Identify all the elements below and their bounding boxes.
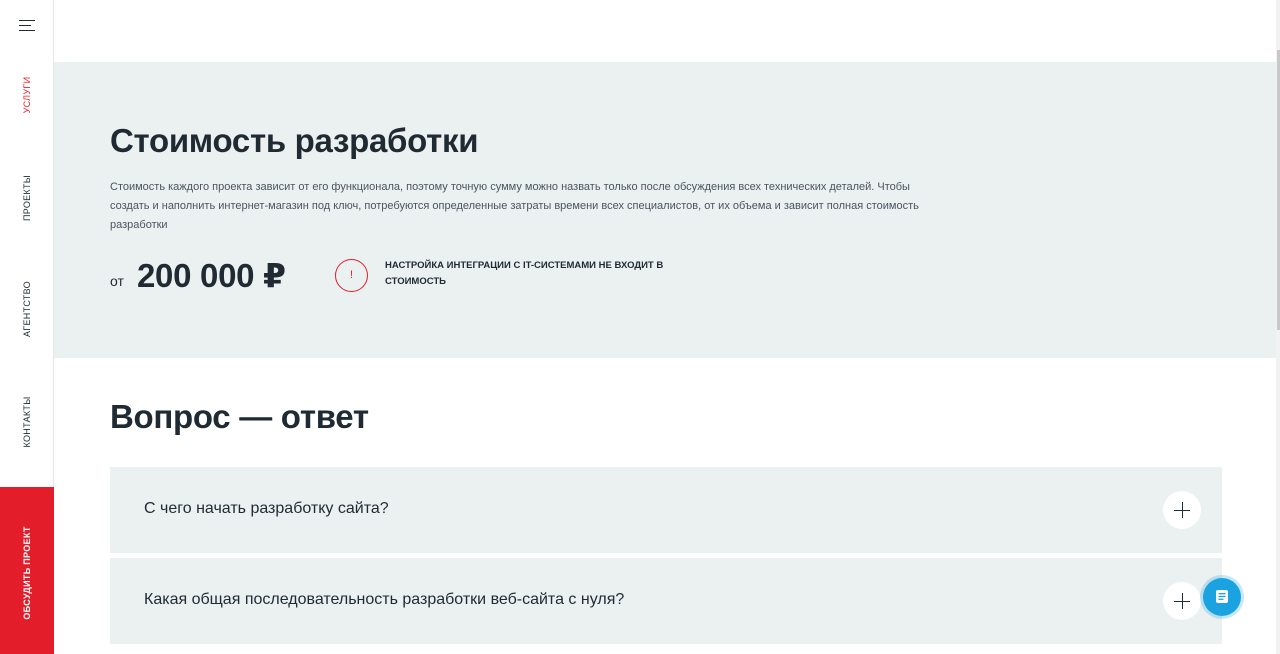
sidebar-item-projects[interactable]: Проекты (22, 175, 32, 221)
plus-icon[interactable] (1163, 582, 1201, 620)
discuss-project-label: Обсудить проект (22, 526, 32, 620)
faq-question: С чего начать разработку сайта? (144, 500, 389, 517)
discuss-project-button[interactable]: Обсудить проект (0, 487, 54, 654)
sidebar-item-agency[interactable]: Агентство (22, 281, 32, 337)
faq-question: Какая общая последовательность разработк… (144, 591, 625, 608)
price-from-label: от (110, 273, 124, 289)
sidebar-item-contacts[interactable]: Контакты (22, 397, 32, 448)
pricing-title: Стоимость разработки (110, 122, 479, 159)
faq-item[interactable]: Какая общая последовательность разработк… (110, 558, 1222, 644)
plus-icon[interactable] (1163, 491, 1201, 529)
integration-warning-text: Настройка интеграции с IT-системами не в… (385, 260, 664, 287)
warning-icon: ! (335, 259, 368, 292)
sidebar-item-services[interactable]: Услуги (22, 77, 32, 114)
sidebar: Услуги Проекты Агентство Контакты Обсуди… (0, 0, 54, 654)
faq-item[interactable]: С чего начать разработку сайта? (110, 467, 1222, 553)
pricing-description: Стоимость каждого проекта зависит от его… (110, 181, 919, 231)
faq-title: Вопрос — ответ (110, 398, 369, 435)
price-value: 200 000 ₽ (137, 257, 286, 294)
pricing-section: Стоимость разработки Стоимость каждого п… (54, 62, 1280, 358)
chat-icon (1216, 590, 1228, 603)
hamburger-menu-icon[interactable] (19, 20, 35, 32)
chat-button[interactable] (1203, 578, 1241, 616)
